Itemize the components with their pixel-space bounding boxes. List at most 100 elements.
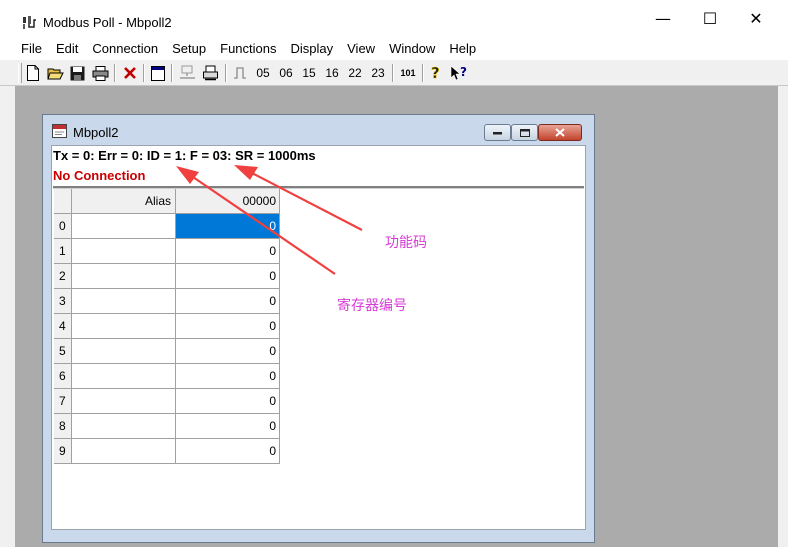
row-header[interactable]: 9 bbox=[54, 439, 72, 464]
alias-cell[interactable] bbox=[72, 389, 176, 414]
toolbar-separator bbox=[171, 64, 173, 82]
alias-cell[interactable] bbox=[72, 289, 176, 314]
alias-cell[interactable] bbox=[72, 414, 176, 439]
toolbar: 05 06 15 16 22 23 101 ? ? bbox=[0, 60, 788, 86]
help-button[interactable]: ? bbox=[427, 63, 445, 83]
save-button[interactable] bbox=[68, 63, 86, 83]
value-cell[interactable]: 0 bbox=[176, 239, 280, 264]
value-cell[interactable]: 0 bbox=[176, 414, 280, 439]
value-cell[interactable]: 0 bbox=[176, 389, 280, 414]
toolbar-separator bbox=[114, 64, 116, 82]
child-minimize-button[interactable] bbox=[484, 124, 511, 141]
menu-view[interactable]: View bbox=[340, 39, 382, 59]
window-icon bbox=[151, 65, 165, 81]
minimize-button[interactable]: — bbox=[640, 0, 686, 37]
row-header[interactable]: 7 bbox=[54, 389, 72, 414]
menu-connection[interactable]: Connection bbox=[85, 39, 165, 59]
fc-23-button[interactable]: 23 bbox=[368, 63, 388, 83]
connection-status: No Connection bbox=[53, 168, 146, 183]
fc-16-button[interactable]: 16 bbox=[322, 63, 342, 83]
window-title: Modbus Poll - Mbpoll2 bbox=[43, 15, 172, 30]
mbpoll2-window: Mbpoll2 Tx = 0: Err = 0: ID = 1: F = 03:… bbox=[42, 114, 595, 543]
disconnect-button[interactable] bbox=[120, 63, 140, 83]
open-button[interactable] bbox=[45, 63, 65, 83]
alias-column-header[interactable]: Alias bbox=[72, 189, 176, 214]
print-button[interactable] bbox=[90, 63, 110, 83]
value-cell[interactable]: 0 bbox=[176, 339, 280, 364]
svg-text:?: ? bbox=[431, 65, 440, 81]
new-icon bbox=[27, 65, 39, 81]
grid-corner[interactable] bbox=[54, 189, 72, 214]
alias-cell[interactable] bbox=[72, 214, 176, 239]
printer-tray-button[interactable] bbox=[200, 63, 220, 83]
context-help-button[interactable]: ? bbox=[448, 63, 470, 83]
row-header[interactable]: 6 bbox=[54, 364, 72, 389]
menu-display[interactable]: Display bbox=[284, 39, 341, 59]
fc-101-button[interactable]: 101 bbox=[397, 63, 419, 83]
mdi-left-edge bbox=[0, 86, 15, 547]
toolbar-grip[interactable] bbox=[18, 63, 22, 83]
value-cell[interactable]: 0 bbox=[176, 289, 280, 314]
row-header[interactable]: 2 bbox=[54, 264, 72, 289]
close-icon bbox=[555, 128, 565, 137]
menu-edit[interactable]: Edit bbox=[49, 39, 85, 59]
new-button[interactable] bbox=[24, 63, 42, 83]
menu-bar: File Edit Connection Setup Functions Dis… bbox=[0, 38, 788, 60]
fc-06-button[interactable]: 06 bbox=[276, 63, 296, 83]
close-icon: ✕ bbox=[749, 9, 763, 28]
value-cell[interactable]: 0 bbox=[176, 439, 280, 464]
disconnect-icon bbox=[124, 67, 136, 79]
minimize-icon bbox=[493, 131, 502, 134]
value-cell[interactable]: 0 bbox=[176, 264, 280, 289]
value-cell[interactable]: 0 bbox=[176, 314, 280, 339]
close-button[interactable]: ✕ bbox=[733, 0, 779, 37]
row-header[interactable]: 5 bbox=[54, 339, 72, 364]
row-header[interactable]: 1 bbox=[54, 239, 72, 264]
value-cell[interactable]: 0 bbox=[176, 364, 280, 389]
menu-window[interactable]: Window bbox=[382, 39, 442, 59]
restore-icon bbox=[519, 128, 530, 137]
alias-cell[interactable] bbox=[72, 264, 176, 289]
child-close-button[interactable] bbox=[538, 124, 582, 141]
title-bar: Modbus Poll - Mbpoll2 — ☐ ✕ bbox=[0, 0, 788, 37]
toolbar-separator bbox=[422, 64, 424, 82]
connect-button[interactable] bbox=[177, 63, 197, 83]
connect-icon bbox=[179, 65, 195, 79]
menu-help[interactable]: Help bbox=[442, 39, 483, 59]
value-column-header[interactable]: 00000 bbox=[176, 189, 280, 214]
open-icon bbox=[46, 68, 64, 80]
alias-cell[interactable] bbox=[72, 239, 176, 264]
row-header[interactable]: 3 bbox=[54, 289, 72, 314]
save-icon bbox=[70, 66, 84, 80]
alias-cell[interactable] bbox=[72, 364, 176, 389]
fc-05-button[interactable]: 05 bbox=[253, 63, 273, 83]
register-number-annotation: 寄存器编号 bbox=[337, 298, 407, 314]
print-icon bbox=[92, 65, 108, 81]
menu-file[interactable]: File bbox=[14, 39, 49, 59]
toolbar-separator bbox=[225, 64, 227, 82]
modbus-poll-app-icon bbox=[23, 16, 36, 29]
child-restore-button[interactable] bbox=[511, 124, 538, 141]
mdi-right-edge bbox=[778, 86, 788, 547]
menu-setup[interactable]: Setup bbox=[165, 39, 213, 59]
status-line: Tx = 0: Err = 0: ID = 1: F = 03: SR = 10… bbox=[53, 148, 316, 163]
maximize-button[interactable]: ☐ bbox=[687, 0, 733, 37]
window-button[interactable] bbox=[149, 63, 167, 83]
row-header[interactable]: 4 bbox=[54, 314, 72, 339]
row-header[interactable]: 0 bbox=[54, 214, 72, 239]
poll-client-area: Tx = 0: Err = 0: ID = 1: F = 03: SR = 10… bbox=[51, 145, 586, 530]
row-header[interactable]: 8 bbox=[54, 414, 72, 439]
toolbar-separator bbox=[392, 64, 394, 82]
alias-cell[interactable] bbox=[72, 314, 176, 339]
value-cell-selected[interactable]: 0 bbox=[176, 214, 280, 239]
alias-cell[interactable] bbox=[72, 439, 176, 464]
maximize-icon: ☐ bbox=[702, 9, 718, 28]
menu-functions[interactable]: Functions bbox=[213, 39, 283, 59]
fc-15-button[interactable]: 15 bbox=[299, 63, 319, 83]
pulse-button[interactable] bbox=[230, 63, 250, 83]
fc-22-button[interactable]: 22 bbox=[345, 63, 365, 83]
svg-text:?: ? bbox=[460, 65, 467, 79]
child-title-bar[interactable]: Mbpoll2 bbox=[43, 115, 594, 145]
child-title: Mbpoll2 bbox=[73, 125, 119, 140]
alias-cell[interactable] bbox=[72, 339, 176, 364]
